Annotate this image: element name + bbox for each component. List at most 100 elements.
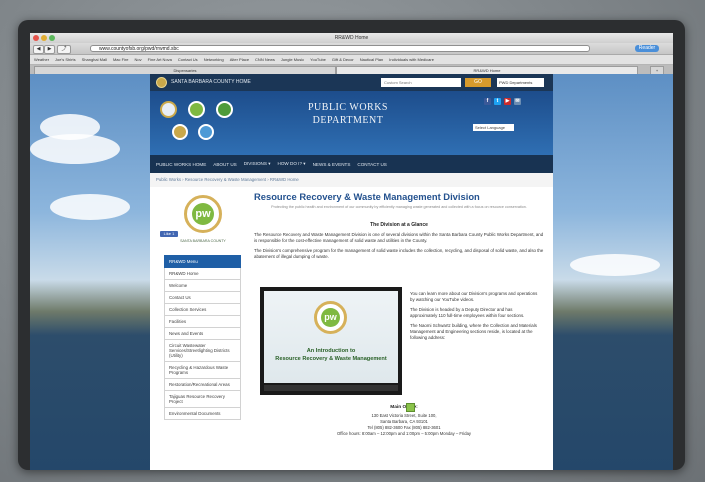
building-paragraph: The Naomi Schwartz building, where the C… bbox=[410, 323, 537, 340]
breadcrumb[interactable]: Public Works › Resource Recovery & Waste… bbox=[150, 173, 553, 187]
main-office-address: 130 East Victoria Street, Suite 100, San… bbox=[294, 413, 514, 437]
bookmark-item[interactable]: Joe's Shirts bbox=[55, 57, 76, 62]
share-icon[interactable]: ⤴ bbox=[57, 45, 71, 54]
recycle-logo-icon bbox=[216, 101, 233, 118]
video-logo-text: pw bbox=[321, 308, 340, 327]
main-office-heading: Main Office: bbox=[390, 405, 418, 410]
cloud bbox=[50, 194, 130, 220]
bookmark-item[interactable]: YouTube bbox=[310, 57, 326, 62]
pw-logo-text: pw bbox=[192, 203, 214, 225]
page-background: SANTA BARBARA COUNTY HOME Custom Search … bbox=[30, 74, 673, 470]
bookmark-item[interactable]: CNN News bbox=[255, 57, 275, 62]
facebook-icon[interactable]: f bbox=[484, 98, 491, 105]
banner-title-line1: PUBLIC WORKS bbox=[308, 102, 388, 113]
side-text: You can learn more about our Division's … bbox=[410, 287, 538, 341]
close-icon[interactable] bbox=[33, 35, 39, 41]
menu-item-recycling[interactable]: Recycling & Hazardous Waste Programs bbox=[164, 362, 241, 379]
zoom-icon[interactable] bbox=[49, 35, 55, 41]
browser-toolbar: ◀ ▶ ⤴ www.countyofsb.org/pwd/rrwmd.sbc R… bbox=[30, 43, 673, 55]
nav-public-works-home[interactable]: PUBLIC WORKS HOME bbox=[156, 162, 206, 167]
side-menu: RR&WD Menu RR&WD Home Welcome Contact Us… bbox=[164, 255, 241, 420]
video-title: An Introduction to Resource Recovery & W… bbox=[264, 347, 398, 363]
bookmark-item[interactable]: Alter Place bbox=[230, 57, 249, 62]
bookmark-item[interactable]: Contact Us bbox=[178, 57, 198, 62]
website: SANTA BARBARA COUNTY HOME Custom Search … bbox=[150, 74, 553, 470]
county-top-bar: SANTA BARBARA COUNTY HOME Custom Search … bbox=[150, 74, 553, 91]
content-area: pw SANTA BARBARA COUNTY RR&WD Menu RR&WD… bbox=[150, 187, 553, 470]
county-seal-icon bbox=[160, 101, 177, 118]
youtube-icon[interactable]: ▶ bbox=[504, 98, 511, 105]
program-paragraph: The Division's comprehensive program for… bbox=[254, 248, 544, 259]
minimize-icon[interactable] bbox=[41, 35, 47, 41]
nav-divisions[interactable]: DIVISIONS ▾ bbox=[244, 161, 271, 167]
pw-logo: pw bbox=[184, 195, 222, 233]
department-select[interactable]: PWD Departments bbox=[497, 78, 544, 87]
browser-window: RR&WD Home ◀ ▶ ⤴ www.countyofsb.org/pwd/… bbox=[30, 33, 673, 470]
nav-how-do-i[interactable]: HOW DO I? ▾ bbox=[278, 161, 306, 167]
county-home-link[interactable]: SANTA BARBARA COUNTY HOME bbox=[171, 74, 251, 91]
bookmark-item[interactable]: Nov bbox=[135, 57, 142, 62]
main-nav: PUBLIC WORKS HOME ABOUT US DIVISIONS ▾ H… bbox=[150, 155, 553, 173]
back-button[interactable]: ◀ bbox=[33, 45, 44, 54]
department-banner: PUBLIC WORKS DEPARTMENT f t ▶ ✉ Select L… bbox=[150, 91, 553, 155]
menu-item-wastewater[interactable]: Circuit Wastewater Services/Streetlighti… bbox=[164, 340, 241, 362]
menu-item-restoration[interactable]: Restoration/Recreational Areas bbox=[164, 379, 241, 391]
youtube-paragraph: You can learn more about our Division's … bbox=[410, 291, 538, 302]
bookmark-item[interactable]: Weather bbox=[34, 57, 49, 62]
email-icon[interactable]: ✉ bbox=[514, 98, 521, 105]
bookmark-item[interactable]: Nautical Plan bbox=[360, 57, 384, 62]
bookmark-item[interactable]: Individuals with Medicare bbox=[389, 57, 434, 62]
search-input[interactable]: Custom Search bbox=[381, 78, 461, 87]
intro-paragraph: The Resource Recovery and Waste Manageme… bbox=[254, 232, 544, 243]
menu-item-tajiguas[interactable]: Tajiguas Resource Recovery Project bbox=[164, 391, 241, 408]
menu-item-collection-services[interactable]: Collection Services bbox=[164, 304, 241, 316]
cloud bbox=[570, 254, 660, 276]
video-title-line1: An Introduction to bbox=[306, 348, 356, 354]
facebook-like-button[interactable]: Like 1 bbox=[160, 231, 178, 237]
banner-title-line2: DEPARTMENT bbox=[312, 115, 384, 126]
video-title-line2: Resource Recovery & Waste Management bbox=[275, 356, 387, 362]
menu-item-facilities[interactable]: Facilities bbox=[164, 316, 241, 328]
staff-paragraph: The Division is headed by a Deputy Direc… bbox=[410, 307, 525, 318]
title-bar: RR&WD Home bbox=[30, 33, 673, 43]
page-subtitle: Protecting the public health and environ… bbox=[271, 205, 527, 209]
bookmark-item[interactable]: Networking bbox=[204, 57, 224, 62]
section-heading: The Division at a Glance bbox=[370, 222, 428, 228]
window-title: RR&WD Home bbox=[334, 35, 369, 41]
language-select[interactable]: Select Language bbox=[473, 124, 514, 131]
menu-item-contact-us[interactable]: Contact Us bbox=[164, 292, 241, 304]
video-controls[interactable] bbox=[264, 385, 398, 391]
video-player[interactable]: pw An Introduction to Resource Recovery … bbox=[260, 287, 402, 395]
document-icon bbox=[406, 403, 415, 412]
search-button[interactable]: GO bbox=[465, 78, 491, 87]
menu-item-home[interactable]: RR&WD Home bbox=[164, 268, 241, 280]
nav-about-us[interactable]: ABOUT US bbox=[213, 162, 236, 167]
menu-item-welcome[interactable]: Welcome bbox=[164, 280, 241, 292]
cloud bbox=[30, 134, 120, 164]
bookmarks-bar: Weather Joe's Shirts Shanghai Mall Mac Fire… bbox=[30, 55, 673, 65]
tab-bar: Dispensaries RR&WD Home + bbox=[30, 65, 673, 75]
bookmark-item[interactable]: Fine Art Nova bbox=[148, 57, 172, 62]
address-line4: Office hours: 8:00am – 12:00pm and 1:00p… bbox=[337, 431, 471, 436]
twitter-icon[interactable]: t bbox=[494, 98, 501, 105]
menu-header: RR&WD Menu bbox=[164, 255, 241, 268]
address-bar[interactable]: www.countyofsb.org/pwd/rrwmd.sbc bbox=[90, 45, 590, 52]
pw-logo-icon bbox=[188, 101, 205, 118]
forward-button[interactable]: ▶ bbox=[44, 45, 55, 54]
banner-title: PUBLIC WORKS DEPARTMENT bbox=[278, 101, 418, 127]
video-logo: pw bbox=[314, 301, 347, 334]
bookmark-item[interactable]: Jungle Music bbox=[281, 57, 304, 62]
reader-button[interactable]: Reader bbox=[635, 45, 659, 52]
menu-item-news-events[interactable]: News and Events bbox=[164, 328, 241, 340]
nav-news-events[interactable]: NEWS & EVENTS bbox=[313, 162, 351, 167]
page-title: Resource Recovery & Waste Management Div… bbox=[254, 191, 480, 202]
pw-logo-caption: SANTA BARBARA COUNTY bbox=[180, 239, 226, 243]
badge-icon bbox=[172, 124, 188, 140]
bookmark-item[interactable]: Shanghai Mall bbox=[82, 57, 107, 62]
video-screen[interactable]: pw An Introduction to Resource Recovery … bbox=[264, 291, 398, 383]
bookmark-item[interactable]: Gift & Decor bbox=[332, 57, 354, 62]
nav-contact-us[interactable]: CONTACT US bbox=[357, 162, 386, 167]
county-seal-icon bbox=[156, 77, 167, 88]
menu-item-environmental-documents[interactable]: Environmental Documents bbox=[164, 408, 241, 420]
bookmark-item[interactable]: Mac Fire bbox=[113, 57, 129, 62]
